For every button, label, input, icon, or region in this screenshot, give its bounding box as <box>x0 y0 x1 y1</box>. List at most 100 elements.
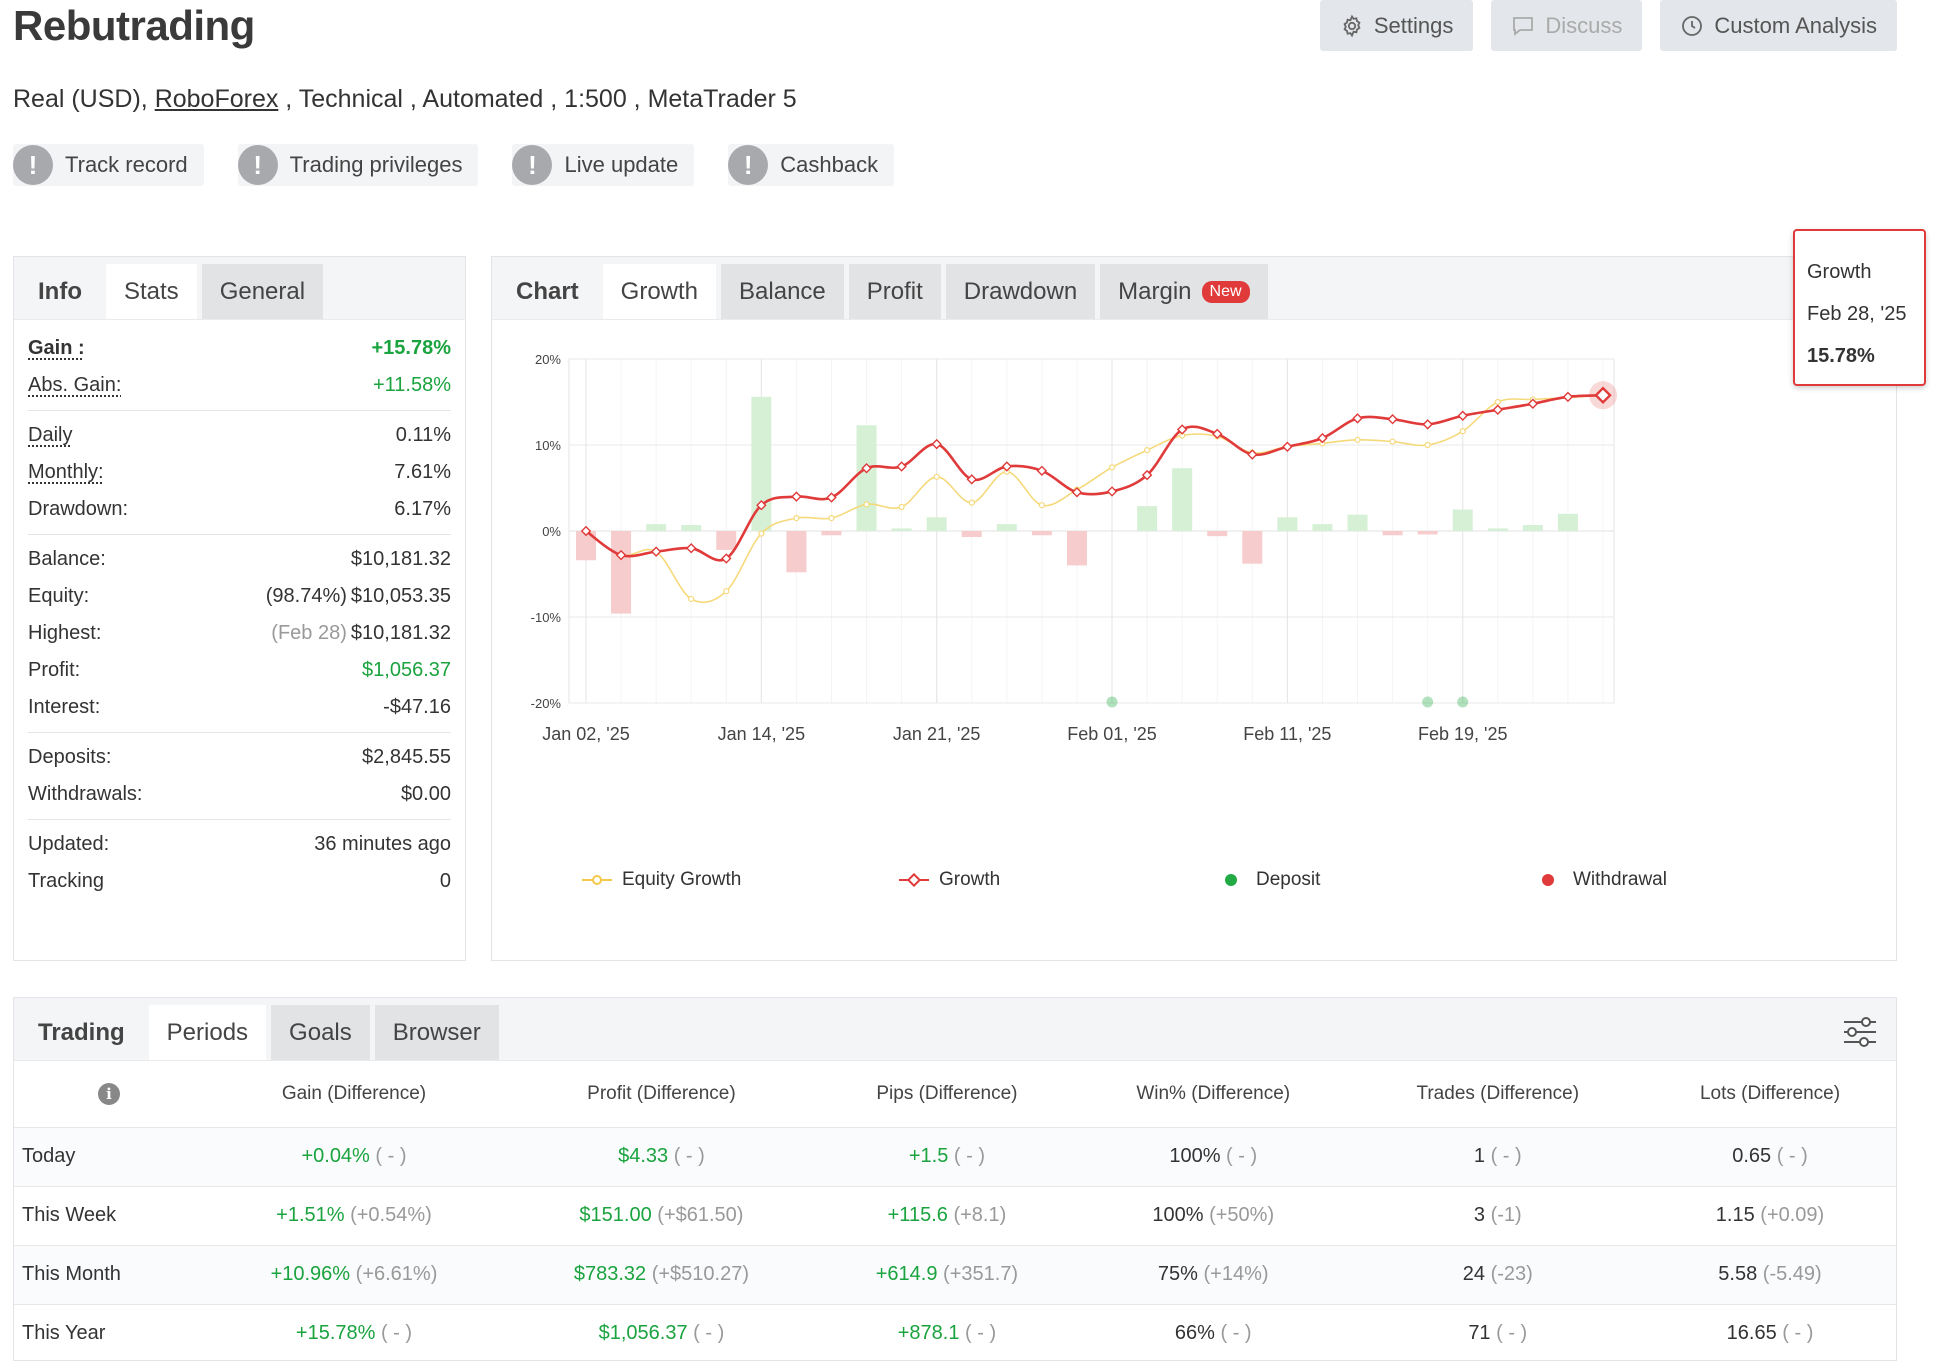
settings-button[interactable]: Settings <box>1319 0 1474 51</box>
legend-label: Equity Growth <box>622 869 742 890</box>
chat-icon <box>1513 16 1534 36</box>
win-value: 75% <box>1157 1263 1198 1285</box>
stat-value: +15.78% <box>371 337 451 359</box>
legend-deposit[interactable]: Deposit <box>1216 869 1533 891</box>
legend-equity-growth[interactable]: Equity Growth <box>582 869 899 891</box>
equity-point <box>1354 436 1361 443</box>
column-header[interactable]: Lots (Difference) <box>1644 1061 1896 1127</box>
trades-value: 24 <box>1462 1263 1485 1285</box>
legend-growth[interactable]: Growth <box>899 869 1216 891</box>
legend-label: Growth <box>939 869 1001 890</box>
tooltip-date: Feb 28, '25 <box>1807 303 1907 325</box>
equity-point <box>863 501 870 508</box>
pips-cell: +115.6 (+8.1) <box>818 1185 1075 1245</box>
chart-tabbar: Chart Growth Balance Profit Drawdown Mar… <box>492 257 1896 320</box>
badge-cashback[interactable]: ! Cashback <box>728 144 895 186</box>
badge-live-update[interactable]: ! Live update <box>512 144 695 186</box>
pips-cell: +878.1 ( - ) <box>818 1303 1075 1363</box>
legend-withdrawal-marker <box>1542 874 1554 886</box>
profit-value: $4.33 <box>618 1145 669 1167</box>
column-header[interactable]: Gain (Difference) <box>204 1061 504 1127</box>
discuss-button[interactable]: Discuss <box>1491 0 1643 51</box>
custom-analysis-button-label: Custom Analysis <box>1714 12 1877 38</box>
equity-point <box>1494 398 1501 406</box>
tooltip-series: Growth <box>1807 261 1872 283</box>
lots-difference: ( - ) <box>1782 1322 1814 1345</box>
tab-growth[interactable]: Growth <box>602 264 717 319</box>
discuss-button-label: Discuss <box>1545 12 1623 38</box>
custom-analysis-button[interactable]: Custom Analysis <box>1660 0 1897 51</box>
column-header[interactable]: Profit (Difference) <box>504 1061 819 1127</box>
deposit-marker <box>1422 696 1434 708</box>
x-tick-label: Jan 14, '25 <box>718 724 806 744</box>
exclamation-icon: ! <box>13 145 53 185</box>
legend-withdrawal[interactable]: Withdrawal <box>1533 869 1850 891</box>
tab-balance[interactable]: Balance <box>721 264 844 319</box>
tab-periods[interactable]: Periods <box>148 1005 267 1060</box>
win-value: 66% <box>1174 1322 1215 1345</box>
growth-chart[interactable]: 20% 10% 0% -10% -20% Jan 02, '25 Jan 14, '25 Ja… <box>492 320 1896 860</box>
exclamation-icon: ! <box>237 145 278 185</box>
daily-bar <box>716 531 737 550</box>
daily-bar <box>926 517 947 531</box>
tab-profit[interactable]: Profit <box>848 264 941 319</box>
chart-panel: Chart Growth Balance Profit Drawdown Mar… <box>491 256 1897 961</box>
win-value: 100% <box>1152 1204 1204 1226</box>
daily-bar <box>1031 531 1052 536</box>
win-difference: (+14%) <box>1203 1263 1269 1285</box>
tab-margin-label: Margin <box>1118 277 1192 305</box>
trades-difference: (-23) <box>1490 1263 1533 1285</box>
gain-difference: ( - ) <box>380 1322 413 1345</box>
page-title: Rebutrading <box>13 2 255 49</box>
equity-point <box>723 588 730 595</box>
win-cell: 100% (+50%) <box>1074 1185 1352 1245</box>
stat-label[interactable]: Daily <box>28 424 72 447</box>
broker-link[interactable]: RoboForex <box>155 85 279 113</box>
account-details: , Technical , Automated , 1:500 , MetaTr… <box>278 85 797 113</box>
daily-bar <box>821 531 842 536</box>
tab-goals[interactable]: Goals <box>271 1005 370 1060</box>
badge-trading-privileges[interactable]: ! Trading privileges <box>237 144 479 186</box>
info-icon[interactable]: i <box>98 1082 120 1105</box>
stat-label[interactable]: Gain : <box>28 337 85 360</box>
column-header[interactable]: Trades (Difference) <box>1352 1061 1644 1127</box>
pips-difference: ( - ) <box>965 1322 997 1345</box>
table-row: This Year +15.78% ( - ) $1,056.37 ( - ) +87… <box>14 1303 1896 1363</box>
stat-value: $10,181.32 <box>350 548 451 570</box>
stat-note: (98.74%) <box>265 585 347 607</box>
stat-label: Updated: <box>28 833 110 855</box>
stat-label: Highest: <box>28 622 102 644</box>
tab-general[interactable]: General <box>201 264 324 319</box>
daily-bar <box>1347 514 1368 531</box>
deposit-marker <box>1106 696 1118 708</box>
tab-browser[interactable]: Browser <box>374 1005 499 1060</box>
pips-value: +878.1 <box>897 1322 960 1345</box>
periods-table: i Gain (Difference) Profit (Difference) … <box>14 1061 1896 1363</box>
period-label: This Year <box>14 1303 204 1363</box>
badge-track-record[interactable]: ! Track record <box>13 144 204 186</box>
divider <box>28 732 451 733</box>
pips-difference: ( - ) <box>953 1145 985 1167</box>
x-tick-label: Jan 02, '25 <box>542 724 630 744</box>
gain-cell: +15.78% ( - ) <box>204 1303 504 1363</box>
gain-cell: +1.51% (+0.54%) <box>204 1185 504 1245</box>
x-tick-label: Feb 11, '25 <box>1243 724 1331 744</box>
column-header[interactable]: Win% (Difference) <box>1075 1061 1352 1127</box>
column-header[interactable]: Pips (Difference) <box>819 1061 1075 1127</box>
stat-label: Equity: <box>28 585 90 607</box>
tab-margin[interactable]: Margin New <box>1100 264 1268 319</box>
stat-value-group: (98.74%) $10,053.35 <box>266 585 451 608</box>
gain-value: +15.78% <box>295 1322 376 1345</box>
tab-drawdown[interactable]: Drawdown <box>945 264 1096 319</box>
pips-value: +614.9 <box>875 1263 938 1285</box>
profit-cell: $151.00 (+$61.50) <box>503 1185 819 1245</box>
legend-equity-marker <box>582 875 612 885</box>
profit-cell: $4.33 ( - ) <box>503 1126 819 1186</box>
stat-label[interactable]: Abs. Gain: <box>28 374 121 397</box>
stat-label[interactable]: Monthly: <box>28 461 104 484</box>
header-actions: Settings Discuss Custom Analysis <box>1319 0 1897 51</box>
filter-settings-icon[interactable] <box>1842 1014 1878 1050</box>
tab-stats[interactable]: Stats <box>105 264 197 319</box>
x-tick-label: Jan 21, '25 <box>893 724 981 744</box>
badge-label: Cashback <box>780 152 879 177</box>
